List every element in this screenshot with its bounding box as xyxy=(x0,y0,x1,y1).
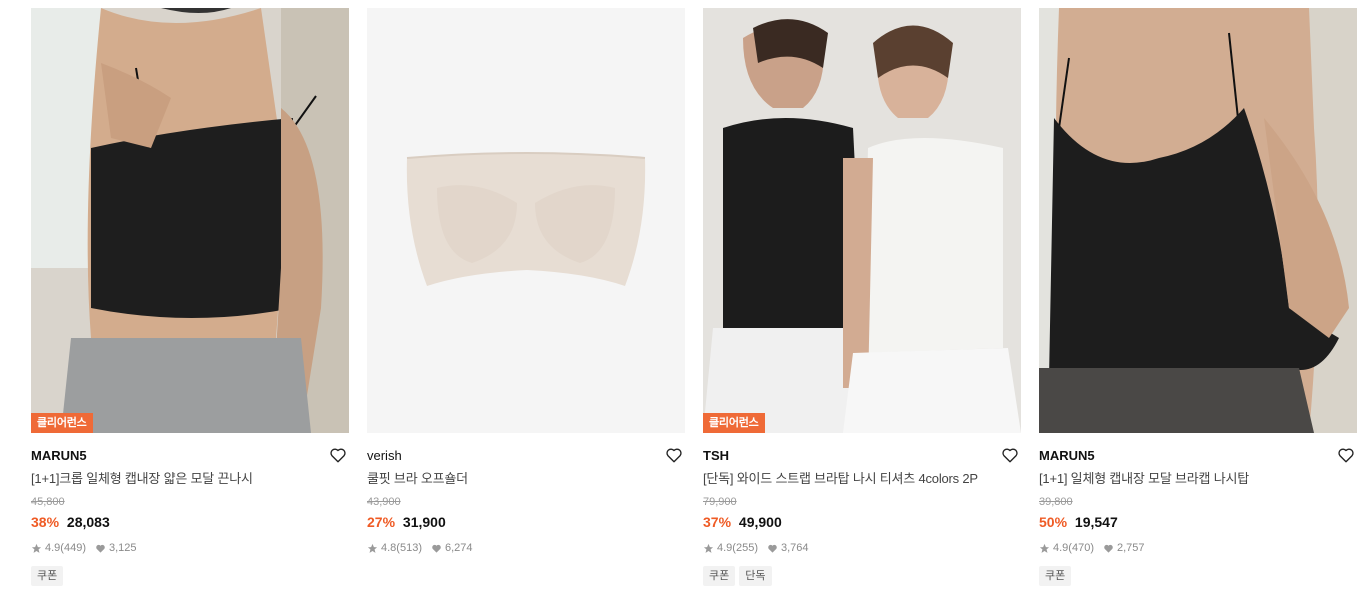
heart-icon[interactable] xyxy=(1337,446,1355,464)
like-count: 6,274 xyxy=(444,542,473,554)
coupon-tag: 쿠폰 xyxy=(703,566,736,586)
review-count: (449) xyxy=(60,542,86,554)
sale-price: 49,900 xyxy=(738,514,782,530)
product-image[interactable]: 클리어런스 xyxy=(31,8,349,433)
beige-strapless-bra-photo-icon xyxy=(367,8,685,433)
tag-list: 쿠폰 xyxy=(1039,566,1357,586)
star-icon xyxy=(1039,543,1050,553)
product-grid: 클리어런스 MARUN5 [1+1]크롭 일체형 캡내장 얇은 모달 끈나시 4… xyxy=(0,0,1371,603)
rating-value: 4.9 xyxy=(45,542,61,554)
rating-value: 4.8 xyxy=(381,542,397,554)
brand-name[interactable]: TSH xyxy=(703,448,729,463)
price-row: 50% 19,547 xyxy=(1039,512,1357,532)
heart-filled-icon xyxy=(1104,544,1113,553)
like-count: 3,125 xyxy=(108,542,137,554)
product-stats: 4.9 (470) 2,757 xyxy=(1039,540,1357,556)
original-price: 39,800 xyxy=(1039,496,1073,508)
brand-name[interactable]: MARUN5 xyxy=(31,448,87,463)
heart-filled-icon xyxy=(96,544,105,553)
like-count: 3,764 xyxy=(780,542,809,554)
heart-filled-icon xyxy=(768,544,777,553)
original-price: 43,900 xyxy=(367,496,401,508)
coupon-tag: 쿠폰 xyxy=(31,566,64,586)
two-models-tank-tops-photo-icon xyxy=(703,8,1021,433)
coupon-tag: 쿠폰 xyxy=(1039,566,1072,586)
black-camisole-top-photo-icon xyxy=(1039,8,1357,433)
sale-price: 28,083 xyxy=(66,514,110,530)
clearance-badge: 클리어런스 xyxy=(31,413,93,433)
star-icon xyxy=(703,543,714,553)
product-card[interactable]: 클리어런스 MARUN5 [1+1]크롭 일체형 캡내장 얇은 모달 끈나시 4… xyxy=(31,8,349,586)
product-image[interactable] xyxy=(1039,8,1357,433)
product-card[interactable]: MARUN5 [1+1] 일체형 캡내장 모달 브라캡 나시탑 39,800 5… xyxy=(1039,8,1357,586)
brand-row: MARUN5 xyxy=(1039,444,1357,468)
review-count: (255) xyxy=(732,542,758,554)
original-price: 79,900 xyxy=(703,496,737,508)
product-title[interactable]: [1+1]크롭 일체형 캡내장 얇은 모달 끈나시 xyxy=(31,468,349,490)
discount-rate: 38% xyxy=(31,514,60,530)
star-icon xyxy=(31,543,42,553)
product-title[interactable]: 쿨핏 브라 오프숄더 xyxy=(367,468,685,490)
price-row: 27% 31,900 xyxy=(367,512,685,532)
product-card[interactable]: verish 쿨핏 브라 오프숄더 43,900 27% 31,900 4.8 … xyxy=(367,8,685,556)
brand-name[interactable]: MARUN5 xyxy=(1039,448,1095,463)
sale-price: 19,547 xyxy=(1074,514,1118,530)
product-title[interactable]: [1+1] 일체형 캡내장 모달 브라캡 나시탑 xyxy=(1039,468,1357,490)
heart-icon[interactable] xyxy=(329,446,347,464)
heart-filled-icon xyxy=(432,544,441,553)
heart-icon[interactable] xyxy=(665,446,683,464)
tag-list: 쿠폰 xyxy=(31,566,349,586)
price-row: 37% 49,900 xyxy=(703,512,1021,532)
brand-row: TSH xyxy=(703,444,1021,468)
product-title[interactable]: [단독] 와이드 스트랩 브라탑 나시 티셔츠 4colors 2P xyxy=(703,468,1021,490)
brand-row: MARUN5 xyxy=(31,444,349,468)
discount-rate: 37% xyxy=(703,514,732,530)
star-icon xyxy=(367,543,378,553)
review-count: (470) xyxy=(1068,542,1094,554)
product-image[interactable] xyxy=(367,8,685,433)
discount-rate: 27% xyxy=(367,514,396,530)
exclusive-tag: 단독 xyxy=(739,566,772,586)
rating-value: 4.9 xyxy=(1053,542,1069,554)
brand-name[interactable]: verish xyxy=(367,448,402,463)
product-image[interactable]: 클리어런스 xyxy=(703,8,1021,433)
product-stats: 4.9 (255) 3,764 xyxy=(703,540,1021,556)
price-row: 38% 28,083 xyxy=(31,512,349,532)
review-count: (513) xyxy=(396,542,422,554)
product-card[interactable]: 클리어런스 TSH [단독] 와이드 스트랩 브라탑 나시 티셔츠 4color… xyxy=(703,8,1021,586)
discount-rate: 50% xyxy=(1039,514,1068,530)
black-crop-camisole-photo-icon xyxy=(31,8,349,433)
tag-list: 쿠폰 단독 xyxy=(703,566,1021,586)
rating-value: 4.9 xyxy=(717,542,733,554)
like-count: 2,757 xyxy=(1116,542,1145,554)
product-stats: 4.8 (513) 6,274 xyxy=(367,540,685,556)
original-price: 45,800 xyxy=(31,496,65,508)
sale-price: 31,900 xyxy=(402,514,446,530)
brand-row: verish xyxy=(367,444,685,468)
clearance-badge: 클리어런스 xyxy=(703,413,765,433)
product-stats: 4.9 (449) 3,125 xyxy=(31,540,349,556)
heart-icon[interactable] xyxy=(1001,446,1019,464)
